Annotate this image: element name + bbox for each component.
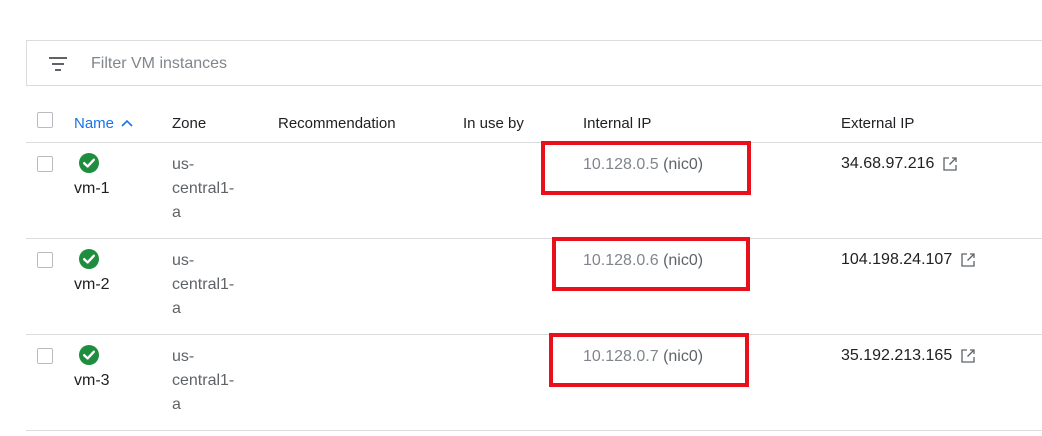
internal-ip: 10.128.0.7 xyxy=(583,348,659,365)
check-circle-icon xyxy=(79,345,99,365)
column-header-zone[interactable]: Zone xyxy=(172,112,206,136)
check-circle-icon xyxy=(79,249,99,269)
row-divider xyxy=(26,238,1042,239)
open-in-new-icon[interactable] xyxy=(960,348,976,364)
internal-ip: 10.128.0.5 xyxy=(583,156,659,173)
zone-line: us- xyxy=(172,252,195,269)
row-checkbox[interactable] xyxy=(37,348,53,364)
row-checkbox[interactable] xyxy=(37,252,53,268)
check-circle-icon xyxy=(79,153,99,173)
zone-line: a xyxy=(172,300,181,317)
row-divider xyxy=(26,430,1042,431)
internal-ip-cell: 10.128.0.6 (nic0) xyxy=(583,249,703,273)
filter-bar xyxy=(26,40,1042,86)
column-header-in-use-by[interactable]: In use by xyxy=(463,112,524,136)
header-divider xyxy=(26,142,1042,143)
internal-ip-cell: 10.128.0.7 (nic0) xyxy=(583,345,703,369)
external-ip-cell: 104.198.24.107 xyxy=(841,248,976,272)
zone-line: us- xyxy=(172,156,195,173)
filter-list-icon[interactable] xyxy=(48,55,68,73)
zone-line: a xyxy=(172,396,181,413)
external-ip-cell: 35.192.213.165 xyxy=(841,344,976,368)
instance-name[interactable]: vm-2 xyxy=(74,273,110,297)
network-interface: (nic0) xyxy=(663,252,704,269)
column-header-recommendation[interactable]: Recommendation xyxy=(278,112,396,136)
internal-ip-cell: 10.128.0.5 (nic0) xyxy=(583,153,703,177)
open-in-new-icon[interactable] xyxy=(942,156,958,172)
column-header-internal-ip[interactable]: Internal IP xyxy=(583,112,651,136)
zone-cell: us- central1- a xyxy=(172,153,252,225)
chevron-up-icon xyxy=(121,119,133,127)
network-interface: (nic0) xyxy=(663,348,704,365)
zone-line: central1- xyxy=(172,180,235,197)
row-checkbox[interactable] xyxy=(37,156,53,172)
zone-line: a xyxy=(172,204,181,221)
instance-name[interactable]: vm-3 xyxy=(74,369,110,393)
network-interface: (nic0) xyxy=(663,156,704,173)
external-ip: 34.68.97.216 xyxy=(841,155,935,172)
zone-cell: us- central1- a xyxy=(172,249,252,321)
external-ip: 104.198.24.107 xyxy=(841,251,953,268)
zone-line: central1- xyxy=(172,276,235,293)
row-divider xyxy=(26,334,1042,335)
column-header-name[interactable]: Name xyxy=(74,112,134,136)
internal-ip: 10.128.0.6 xyxy=(583,252,659,269)
external-ip: 35.192.213.165 xyxy=(841,347,953,364)
zone-line: central1- xyxy=(172,372,235,389)
external-ip-cell: 34.68.97.216 xyxy=(841,152,958,176)
select-all-checkbox[interactable] xyxy=(37,112,53,128)
column-header-name-label: Name xyxy=(74,115,115,132)
instance-name[interactable]: vm-1 xyxy=(74,177,110,201)
filter-input[interactable] xyxy=(91,53,691,75)
zone-line: us- xyxy=(172,348,195,365)
open-in-new-icon[interactable] xyxy=(960,252,976,268)
column-header-external-ip[interactable]: External IP xyxy=(841,112,914,136)
zone-cell: us- central1- a xyxy=(172,345,252,417)
